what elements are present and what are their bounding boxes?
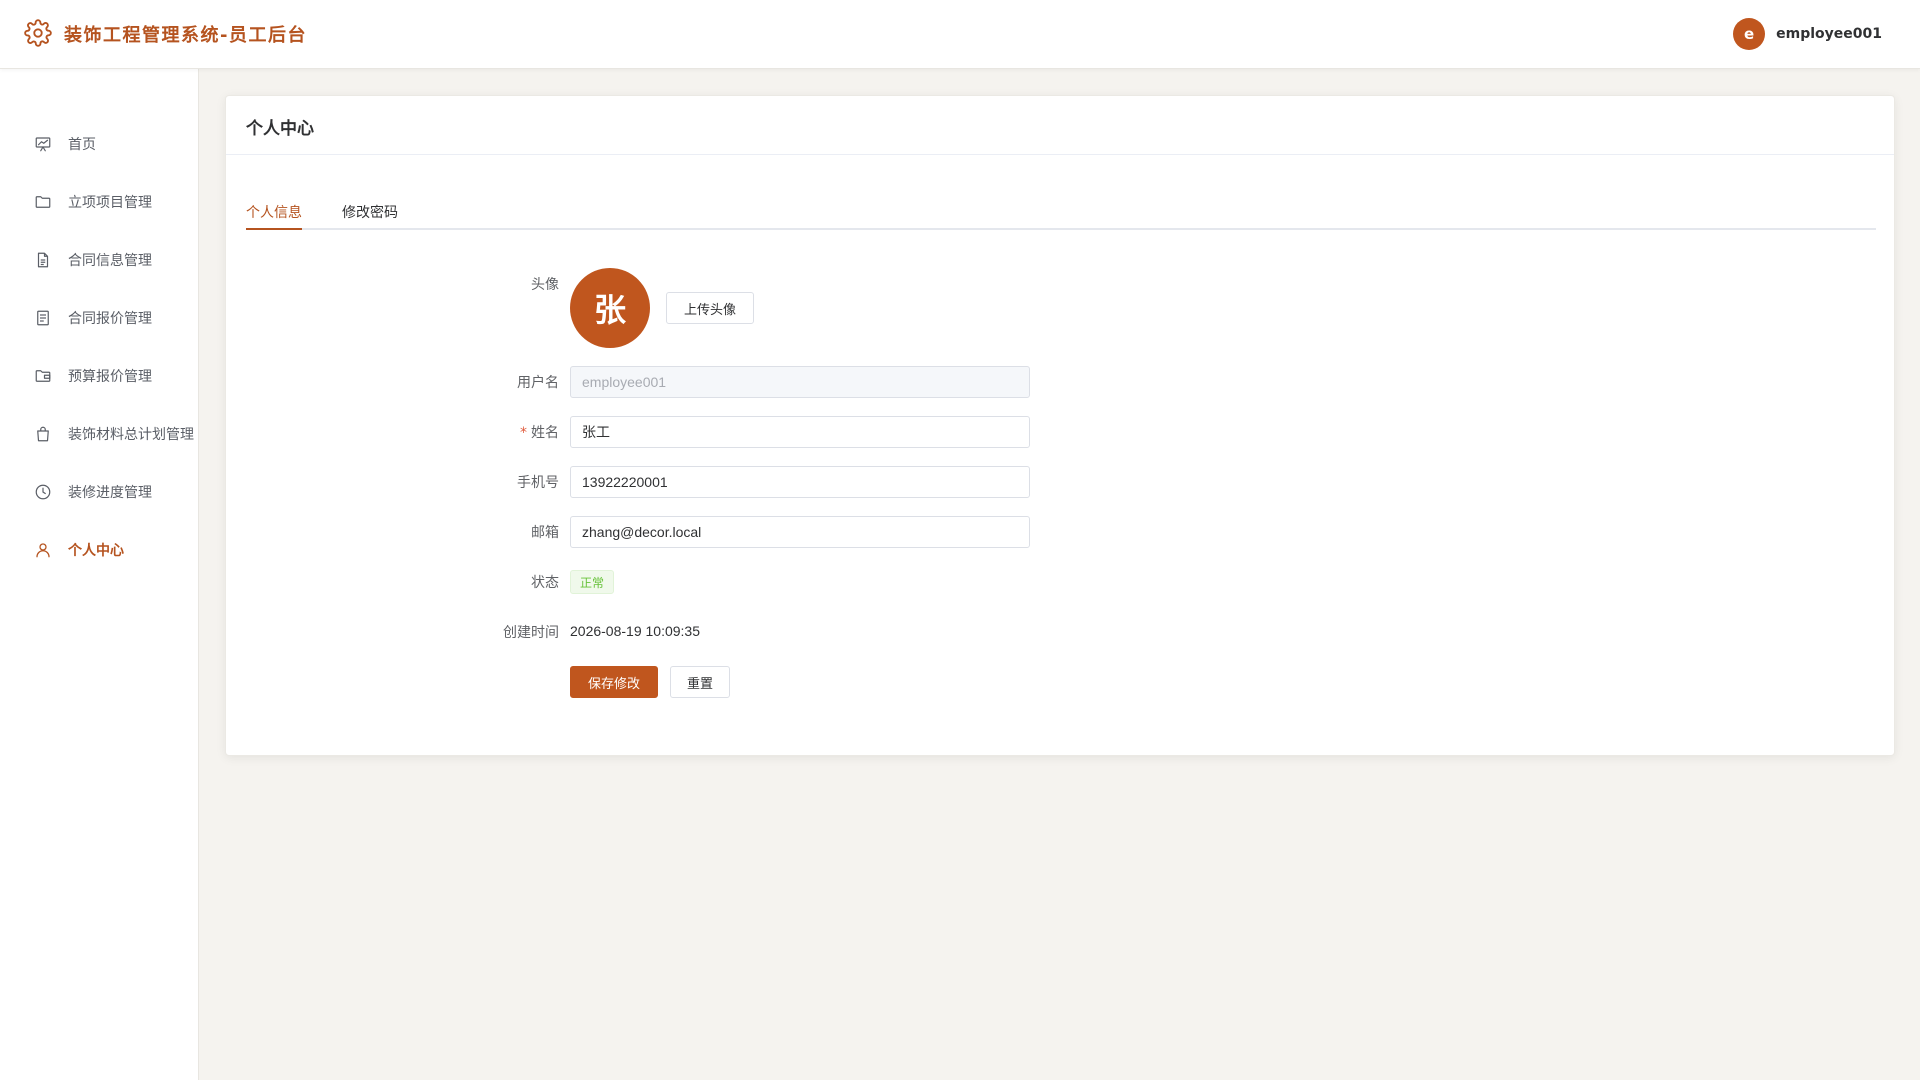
tab-personal-info[interactable]: 个人信息	[246, 202, 302, 230]
sidebar-item-home[interactable]: 首页	[0, 115, 199, 173]
shopping-bag-icon	[37, 426, 49, 442]
phone-input[interactable]	[570, 466, 1030, 498]
sidebar: 首页 立项项目管理 合同信息管理 合同报价管理 预算报价管理 装饰材料总计划管理	[0, 69, 199, 1080]
document-icon	[37, 252, 49, 268]
tab-change-password[interactable]: 修改密码	[342, 202, 398, 230]
profile-card: 个人中心 个人信息 修改密码 头像 张 上传头像 用户名 *姓名 手机号 邮箱 …	[225, 95, 1895, 756]
username-input[interactable]	[570, 366, 1030, 398]
email-label: 邮箱	[531, 525, 559, 541]
sidebar-item-contracts[interactable]: 合同信息管理	[0, 231, 199, 289]
upload-avatar-button[interactable]: 上传头像	[666, 292, 754, 324]
user-avatar[interactable]: e	[1733, 18, 1766, 50]
sidebar-item-label: 装饰材料总计划管理	[68, 427, 194, 443]
sidebar-item-budget-quotes[interactable]: 预算报价管理	[0, 347, 199, 405]
top-header: 装饰工程管理系统-员工后台 e employee001	[0, 0, 1920, 69]
save-button[interactable]: 保存修改	[570, 666, 658, 698]
created-time-value: 2026-08-19 10:09:35	[570, 623, 700, 639]
profile-avatar: 张	[570, 268, 650, 348]
clock-icon	[35, 484, 51, 500]
sidebar-item-label: 合同信息管理	[68, 253, 152, 269]
user-menu[interactable]: e employee001	[1733, 18, 1882, 50]
status-badge: 正常	[570, 570, 615, 594]
sidebar-item-contract-quotes[interactable]: 合同报价管理	[0, 289, 199, 347]
sidebar-item-materials-plan[interactable]: 装饰材料总计划管理	[0, 405, 199, 463]
reset-button[interactable]: 重置	[670, 666, 730, 698]
sidebar-item-label: 合同报价管理	[68, 311, 152, 327]
created-time-label: 创建时间	[503, 625, 559, 641]
app-title: 装饰工程管理系统-员工后台	[64, 25, 307, 46]
sidebar-item-profile[interactable]: 个人中心	[0, 521, 199, 579]
folder-icon	[35, 196, 51, 208]
sidebar-item-label: 立项项目管理	[68, 195, 152, 211]
sidebar-item-label: 装修进度管理	[68, 485, 152, 501]
profile-tabs: 个人信息 修改密码	[246, 202, 1876, 230]
user-name[interactable]: employee001	[1776, 26, 1882, 42]
list-document-icon	[37, 310, 49, 326]
phone-label: 手机号	[517, 475, 559, 491]
card-header: 个人中心	[226, 96, 1894, 155]
sidebar-item-label: 预算报价管理	[68, 369, 152, 385]
required-mark: *	[520, 425, 527, 441]
chart-board-icon	[35, 137, 51, 152]
name-label: * 姓名	[439, 422, 559, 442]
username-label: 用户名	[517, 375, 559, 391]
name-label-text: 姓名	[531, 425, 559, 441]
gear-icon	[24, 19, 52, 47]
sidebar-item-label: 首页	[68, 137, 96, 153]
active-tab-indicator	[246, 228, 302, 230]
status-label: 状态	[531, 575, 559, 591]
user-icon	[36, 543, 50, 558]
sidebar-item-label: 个人中心	[68, 543, 124, 559]
name-input[interactable]	[570, 416, 1030, 448]
wallet-folder-icon	[35, 370, 51, 382]
email-input[interactable]	[570, 516, 1030, 548]
sidebar-item-projects[interactable]: 立项项目管理	[0, 173, 199, 231]
sidebar-item-progress[interactable]: 装修进度管理	[0, 463, 199, 521]
page-title: 个人中心	[246, 119, 314, 139]
avatar-label: 头像	[531, 277, 559, 293]
